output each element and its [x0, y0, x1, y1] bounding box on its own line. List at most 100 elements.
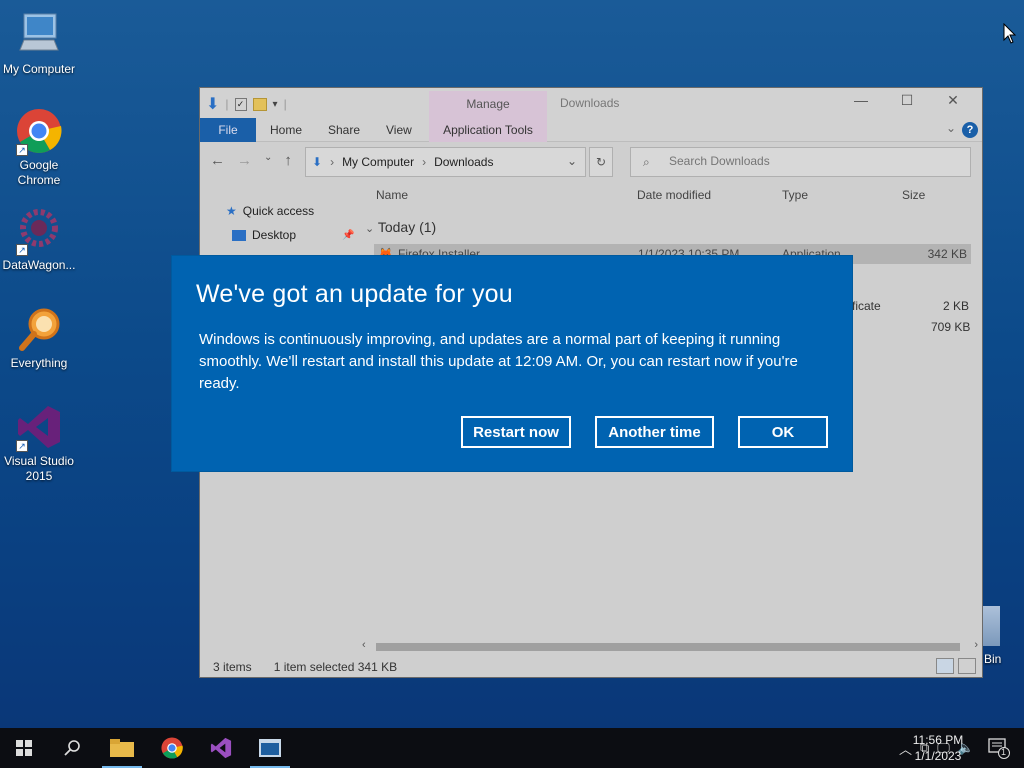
dialog-title: We've got an update for you [196, 280, 513, 308]
customize-qat-icon[interactable]: ▾ [273, 99, 278, 110]
pin-icon: 📌 [342, 229, 355, 241]
desktop-folder-icon [232, 229, 246, 241]
status-selection: 1 item selected 341 KB [273, 660, 398, 674]
desktop-icon-label: Google Chrome [17, 158, 61, 187]
file-size: 342 KB [927, 247, 967, 261]
breadcrumb-item[interactable]: Downloads [434, 155, 493, 169]
refresh-button[interactable]: ↻ [589, 147, 613, 177]
search-input[interactable] [669, 154, 959, 168]
expand-ribbon-icon[interactable]: ⌄ [946, 121, 956, 135]
desktop-icon-datawagon[interactable]: ↗ DataWagon... [0, 206, 78, 273]
address-dropdown-icon[interactable]: ⌄ [567, 154, 577, 168]
desktop-icon-everything[interactable]: Everything [0, 304, 78, 371]
desktop-icon-my-computer[interactable]: My Computer [0, 10, 78, 77]
status-bar: 3 items 1 item selected 341 KB [200, 656, 982, 678]
scroll-left-icon[interactable]: ‹ [362, 639, 366, 651]
windows-logo-icon [16, 740, 32, 756]
refresh-icon: ↻ [595, 155, 607, 169]
taskbar-chrome[interactable] [148, 728, 196, 768]
shortcut-arrow-icon: ↗ [16, 440, 28, 452]
clock[interactable]: 11:56 PM 1/1/2023 [898, 732, 978, 764]
quick-access-toolbar: ⬇ | ✓ ▾ | [206, 94, 287, 114]
file-type-fragment: ficate [852, 299, 881, 313]
chrome-icon: ↗ [14, 106, 64, 156]
search-icon [64, 740, 80, 756]
shortcut-arrow-icon: ↗ [16, 244, 28, 256]
tab-application-tools[interactable]: Application Tools [429, 118, 547, 142]
status-item-count: 3 items [213, 660, 252, 674]
desktop-icon-visual-studio[interactable]: ↗ Visual Studio 2015 [0, 402, 78, 484]
download-arrow-icon[interactable]: ⬇ [206, 94, 219, 114]
column-header-type[interactable]: Type [782, 188, 808, 208]
forward-arrow-icon[interactable]: → [237, 152, 252, 169]
explorer-title-bar[interactable]: ⬇ | ✓ ▾ | Manage Downloads — ☐ ✕ [200, 88, 982, 118]
datawagon-icon: ↗ [14, 206, 64, 256]
tab-share[interactable]: Share [328, 118, 360, 142]
desktop-icon-label: My Computer [2, 62, 76, 76]
star-icon: ★ [226, 204, 237, 218]
computer-icon [14, 10, 64, 60]
group-label: Today (1) [377, 219, 437, 235]
minimize-icon[interactable]: — [838, 92, 884, 109]
visual-studio-icon: ↗ [14, 402, 64, 452]
search-icon: ⌕ [643, 155, 650, 169]
taskbar-app-window[interactable] [246, 728, 294, 768]
another-time-button[interactable]: Another time [595, 416, 714, 448]
notification-icon [988, 738, 1010, 759]
tab-file[interactable]: File [200, 118, 256, 142]
scrollbar-thumb[interactable] [376, 643, 960, 651]
update-dialog: We've got an update for you Windows is c… [172, 256, 852, 471]
ribbon-tabs: File Home Share View Application Tools ⌄… [200, 118, 982, 142]
download-arrow-icon: ⬇ [312, 155, 323, 169]
address-row: ← → ⌄ ↑ ⬇ › My Computer › Downloads ⌄ ↻ … [200, 143, 982, 181]
maximize-icon[interactable]: ☐ [884, 92, 930, 109]
ok-button[interactable]: OK [738, 416, 828, 448]
horizontal-scrollbar[interactable]: ‹ › [360, 639, 980, 655]
column-header-size[interactable]: Size [902, 188, 925, 208]
tab-view[interactable]: View [386, 118, 412, 142]
mouse-cursor-icon [1003, 23, 1017, 44]
scroll-right-icon[interactable]: › [974, 639, 978, 651]
help-icon[interactable]: ? [962, 122, 978, 138]
file-size: 2 KB [943, 299, 970, 313]
collapse-chevron-icon: ⌄ [365, 223, 375, 235]
nav-desktop[interactable]: Desktop 📌 [232, 228, 354, 242]
restart-now-button[interactable]: Restart now [461, 416, 571, 448]
everything-search-icon [14, 304, 64, 354]
start-button[interactable] [0, 728, 48, 768]
properties-check-icon[interactable]: ✓ [234, 97, 247, 111]
view-toggle [936, 658, 976, 674]
tab-home[interactable]: Home [270, 118, 302, 142]
back-arrow-icon[interactable]: ← [210, 152, 225, 169]
column-header-name[interactable]: Name [376, 188, 408, 208]
folder-icon [110, 739, 134, 757]
large-icons-view-icon[interactable] [958, 658, 976, 674]
group-header[interactable]: ⌄ Today (1) [365, 219, 436, 235]
folder-icon[interactable] [252, 97, 267, 111]
shortcut-arrow-icon: ↗ [16, 144, 28, 156]
details-view-icon[interactable] [936, 658, 954, 674]
nav-label: Quick access [242, 204, 315, 218]
window-app-icon [259, 739, 281, 757]
search-box[interactable]: ⌕ [630, 147, 971, 177]
up-arrow-icon[interactable]: ↑ [284, 152, 292, 169]
search-button[interactable] [48, 728, 96, 768]
nav-quick-access[interactable]: ★ Quick access [226, 204, 314, 218]
breadcrumb-item[interactable]: My Computer [342, 155, 414, 169]
action-center-button[interactable]: 1 [988, 737, 1010, 759]
chrome-icon [161, 737, 183, 759]
address-bar[interactable]: ⬇ › My Computer › Downloads ⌄ [305, 147, 586, 177]
recycle-bin-label: Bin [984, 652, 1002, 666]
tab-manage[interactable]: Manage [429, 91, 547, 118]
desktop-icon-label: Visual Studio 2015 [4, 454, 74, 483]
close-icon[interactable]: ✕ [930, 92, 976, 109]
taskbar-file-explorer[interactable] [98, 728, 146, 768]
desktop-icon-google-chrome[interactable]: ↗ Google Chrome [0, 106, 78, 188]
clock-time: 11:56 PM [912, 733, 964, 747]
taskbar: ︿ ⧉ 🖵 🔈 11:56 PM 1/1/2023 1 [0, 728, 1024, 768]
nav-label: Desktop [252, 228, 297, 242]
taskbar-visual-studio[interactable] [197, 728, 245, 768]
recent-locations-icon[interactable]: ⌄ [264, 152, 272, 169]
column-header-date[interactable]: Date modified [637, 188, 711, 208]
clock-date: 1/1/2023 [914, 749, 962, 763]
